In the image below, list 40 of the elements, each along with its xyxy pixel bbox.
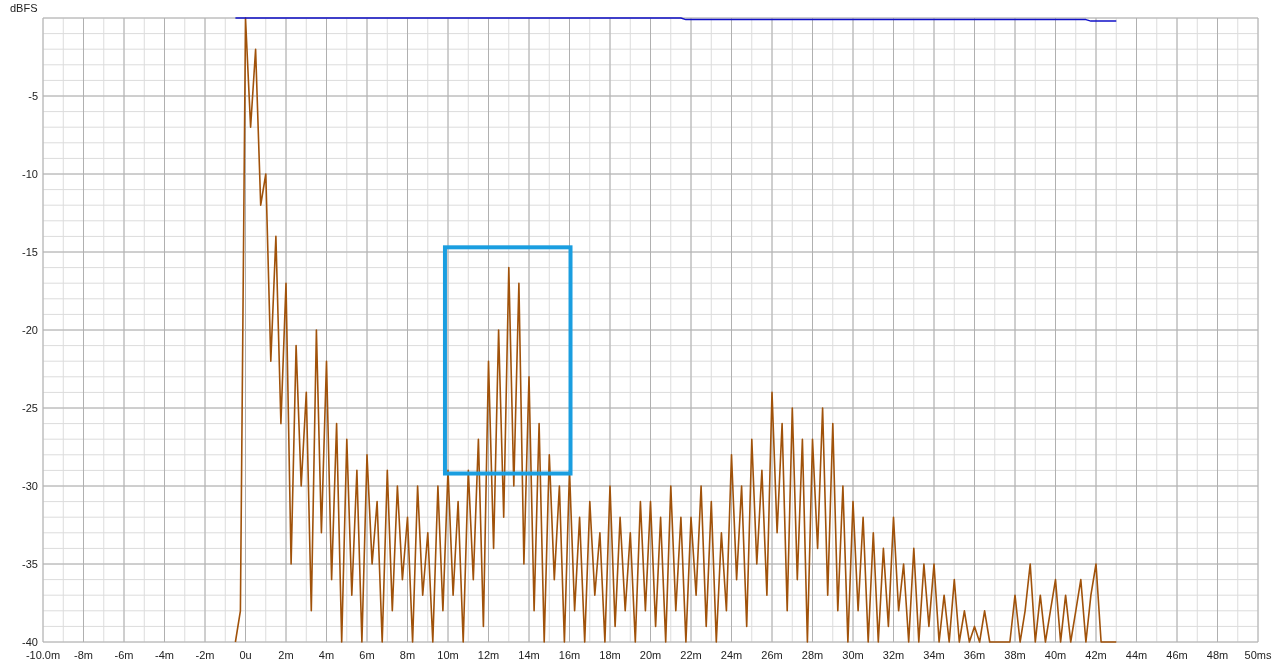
x-tick-label: 12m: [477, 649, 500, 661]
x-tick-label: 34m: [923, 649, 945, 661]
y-tick-label: -15: [22, 246, 38, 258]
x-tick-label: 32m: [882, 649, 905, 661]
x-tick-label: 6m: [359, 649, 375, 661]
y-tick-label: -20: [22, 324, 38, 336]
x-tick-label: -6m: [114, 649, 134, 661]
y-axis-label: dBFS: [10, 2, 38, 14]
x-tick-label: 30m: [842, 649, 864, 661]
y-tick-label: -5: [28, 90, 38, 102]
x-tick-label: 2m: [278, 649, 294, 661]
x-tick-label: 50ms: [1244, 649, 1272, 661]
x-tick-label: 18m: [599, 649, 621, 661]
x-tick-label: 0u: [239, 649, 252, 661]
x-tick-label: 22m: [680, 649, 702, 661]
x-tick-label: 36m: [963, 649, 986, 661]
x-tick-label: -10.0m: [25, 649, 61, 661]
x-tick-label: 46m: [1166, 649, 1188, 661]
x-tick-label: -2m: [195, 649, 215, 661]
x-tick-label: 44m: [1125, 649, 1148, 661]
x-tick-label: 28m: [801, 649, 824, 661]
y-tick-label: -40: [22, 636, 38, 648]
x-tick-label: 10m: [437, 649, 459, 661]
y-tick-label: -35: [22, 558, 38, 570]
x-tick-label: -8m: [74, 649, 93, 661]
x-tick-label: 38m: [1004, 649, 1026, 661]
x-tick-label: 24m: [720, 649, 743, 661]
x-tick-label: 42m: [1085, 649, 1107, 661]
x-tick-label: 20m: [639, 649, 662, 661]
x-tick-label: 48m: [1206, 649, 1229, 661]
x-tick-label: -4m: [155, 649, 174, 661]
x-tick-label: 40m: [1044, 649, 1067, 661]
x-tick-label: 4m: [318, 649, 335, 661]
y-tick-label: -10: [22, 168, 38, 180]
y-tick-label: -25: [22, 402, 38, 414]
x-tick-label: 26m: [761, 649, 783, 661]
x-tick-label: 8m: [399, 649, 416, 661]
x-tick-label: 14m: [518, 649, 540, 661]
x-tick-label: 16m: [558, 649, 581, 661]
y-tick-label: -30: [22, 480, 38, 492]
